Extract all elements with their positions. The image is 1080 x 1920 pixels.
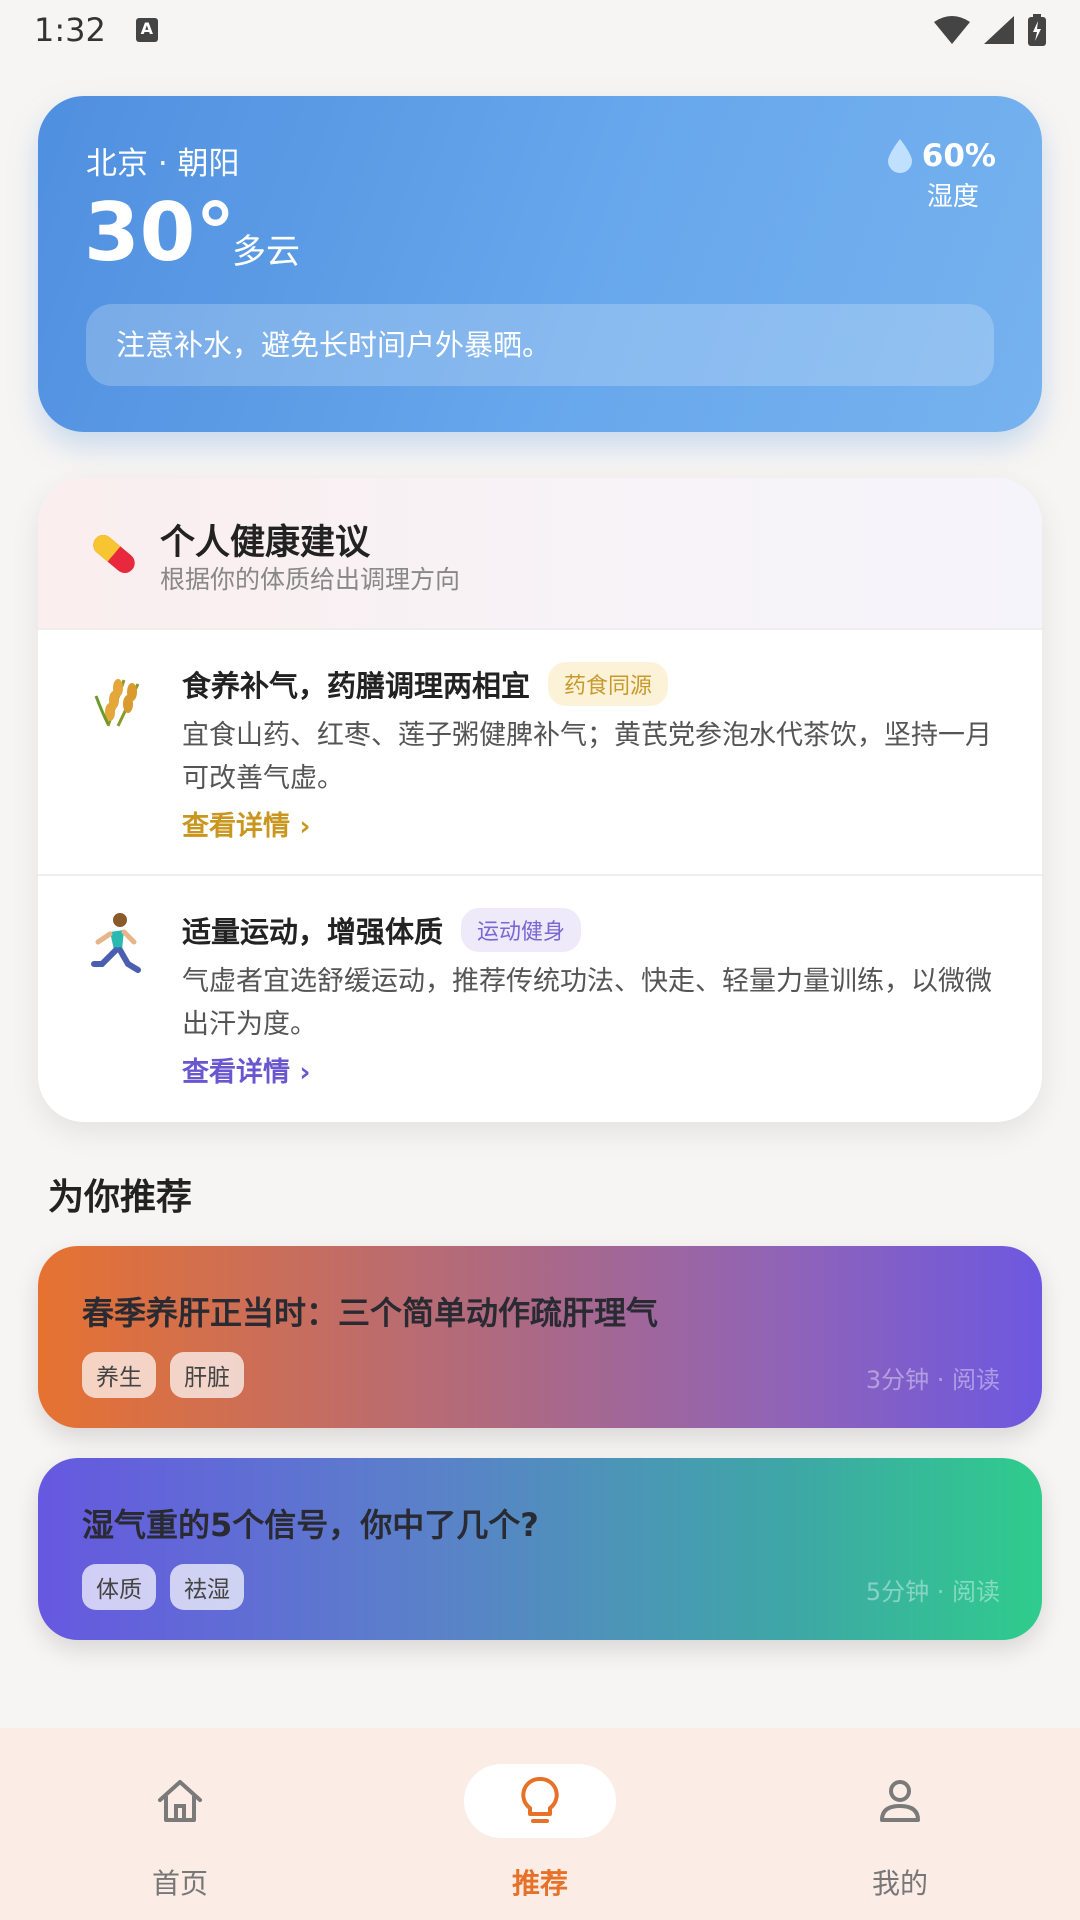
wifi-icon	[934, 16, 970, 44]
pill-icon	[93, 535, 135, 573]
recommend-card-title: 湿气重的5个信号，你中了几个?	[82, 1506, 539, 1544]
keyboard-indicator-icon: A	[135, 18, 158, 42]
health-card-title: 个人健康建议	[160, 523, 371, 563]
advice-tag: 运动健身	[461, 908, 582, 952]
recommend-card-tags: 养生 肝脏	[82, 1352, 244, 1398]
advice-tag: 药食同源	[548, 662, 669, 706]
recommend-card-tags: 体质 祛湿	[82, 1564, 244, 1610]
recommend-card[interactable]: 春季养肝正当时：三个简单动作疏肝理气 养生 肝脏 3分钟 · 阅读	[38, 1246, 1042, 1428]
humidity-indicator: 60% 湿度	[887, 138, 996, 213]
recommend-tag: 体质	[82, 1564, 156, 1610]
nav-icon-wrap	[464, 1764, 616, 1838]
weather-location: 北京 · 朝阳	[86, 146, 240, 182]
view-details-link[interactable]: 查看详情 ›	[182, 804, 311, 843]
health-card-subtitle: 根据你的体质给出调理方向	[160, 565, 461, 594]
advice-item-exercise[interactable]: 适量运动，增强体质 运动健身 气虚者宜选舒缓运动，推荐传统功法、快走、轻量力量训…	[38, 876, 1042, 1122]
lightbulb-icon	[521, 1777, 559, 1823]
battery-icon	[1028, 14, 1046, 46]
advice-description: 宜食山药、红枣、莲子粥健脾补气；黄芪党参泡水代茶饮，坚持一月可改善气虚。	[182, 720, 992, 794]
weather-tip: 注意补水，避免长时间户外暴晒。	[86, 304, 994, 386]
advice-item-diet[interactable]: 食养补气，药膳调理两相宜 药食同源 宜食山药、红枣、莲子粥健脾补气；黄芪党参泡水…	[38, 630, 1042, 876]
recommend-tag: 祛湿	[170, 1564, 244, 1610]
health-card-header: 个人健康建议 根据你的体质给出调理方向	[38, 478, 1042, 630]
status-bar: 1:32 A	[0, 0, 1080, 60]
status-time: 1:32	[34, 11, 106, 49]
cellular-signal-icon	[984, 16, 1014, 44]
recommend-card-meta: 3分钟 · 阅读	[865, 1366, 1000, 1394]
advice-title: 食养补气，药膳调理两相宜	[182, 669, 531, 703]
recommend-card[interactable]: 湿气重的5个信号，你中了几个? 体质 祛湿 5分钟 · 阅读	[38, 1458, 1042, 1640]
view-details-link[interactable]: 查看详情 ›	[182, 1050, 311, 1089]
nav-item-profile[interactable]: 我的	[720, 1728, 1080, 1920]
weather-temperature: 30°	[84, 186, 236, 279]
recommend-tag: 肝脏	[170, 1352, 244, 1398]
person-icon	[880, 1780, 920, 1822]
advice-title-row: 食养补气，药膳调理两相宜 药食同源	[182, 662, 669, 706]
nav-item-home[interactable]: 首页	[0, 1728, 360, 1920]
recommend-card-title: 春季养肝正当时：三个简单动作疏肝理气	[82, 1294, 659, 1332]
nav-label: 我的	[871, 1867, 928, 1900]
nav-icon-wrap	[104, 1764, 256, 1838]
nav-icon-wrap	[824, 1764, 976, 1838]
advice-title-row: 适量运动，增强体质 运动健身	[182, 908, 582, 952]
wheat-icon	[94, 679, 140, 727]
weather-card[interactable]: 北京 · 朝阳 30° 多云 60% 湿度 注意补水，避免长时间户外暴晒。	[38, 96, 1042, 432]
nav-item-recommend[interactable]: 推荐	[360, 1728, 720, 1920]
app-screen: 1:32 A 北京 · 朝阳 30° 多云 60% 湿度 注意补水，避免长时间户…	[0, 0, 1080, 1920]
bottom-nav: 首页 推荐 我的	[0, 1728, 1080, 1920]
water-drop-icon	[887, 139, 912, 173]
status-icons	[934, 14, 1046, 46]
humidity-value: 60%	[921, 138, 996, 174]
humidity-label: 湿度	[926, 182, 979, 212]
nav-label: 首页	[151, 1867, 208, 1900]
health-advice-card: 个人健康建议 根据你的体质给出调理方向 食养补气，药膳调理两相宜 药食同源 宜食…	[38, 478, 1042, 1122]
advice-title: 适量运动，增强体质	[182, 915, 444, 949]
running-person-icon	[91, 913, 141, 973]
recommend-card-meta: 5分钟 · 阅读	[865, 1578, 1000, 1606]
weather-condition: 多云	[232, 232, 300, 272]
recommend-section-title: 为你推荐	[48, 1177, 193, 1218]
nav-label: 推荐	[511, 1867, 568, 1900]
home-icon	[158, 1780, 202, 1822]
recommend-tag: 养生	[82, 1352, 156, 1398]
advice-description: 气虚者宜选舒缓运动，推荐传统功法、快走、轻量力量训练，以微微出汗为度。	[182, 966, 992, 1040]
